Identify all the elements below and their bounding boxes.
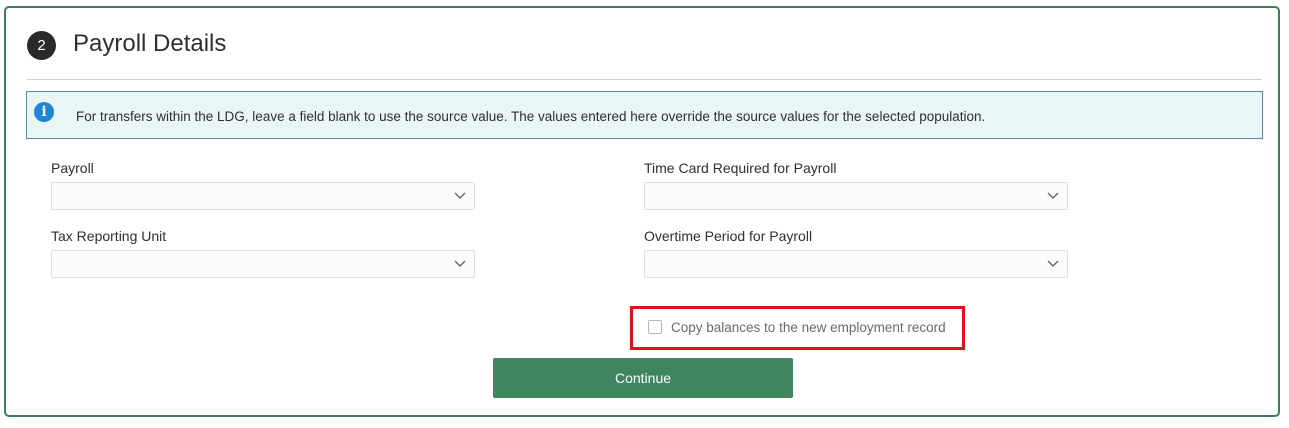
divider [27,79,1262,80]
chevron-down-icon [1047,192,1059,199]
payroll-details-card: 2 Payroll Details i For transfers within… [4,6,1280,417]
chevron-down-icon [454,260,466,267]
overtime-period-select[interactable] [644,250,1068,278]
tax-reporting-unit-label: Tax Reporting Unit [51,228,167,244]
time-card-required-select[interactable] [644,182,1068,210]
copy-balances-highlight: Copy balances to the new employment reco… [630,306,965,350]
payroll-label: Payroll [51,160,94,176]
info-icon: i [34,102,54,122]
chevron-down-icon [454,192,466,199]
info-message: i For transfers within the LDG, leave a … [26,91,1263,139]
chevron-down-icon [1047,260,1059,267]
payroll-select[interactable] [51,182,475,210]
section-title: Payroll Details [73,30,227,57]
time-card-required-label: Time Card Required for Payroll [644,160,837,176]
copy-balances-checkbox[interactable] [648,320,662,334]
copy-balances-label[interactable]: Copy balances to the new employment reco… [671,320,946,335]
tax-reporting-unit-select[interactable] [51,250,475,278]
step-number-badge: 2 [27,31,56,60]
continue-button[interactable]: Continue [493,358,793,398]
overtime-period-label: Overtime Period for Payroll [644,228,813,244]
info-message-text: For transfers within the LDG, leave a fi… [76,109,986,124]
